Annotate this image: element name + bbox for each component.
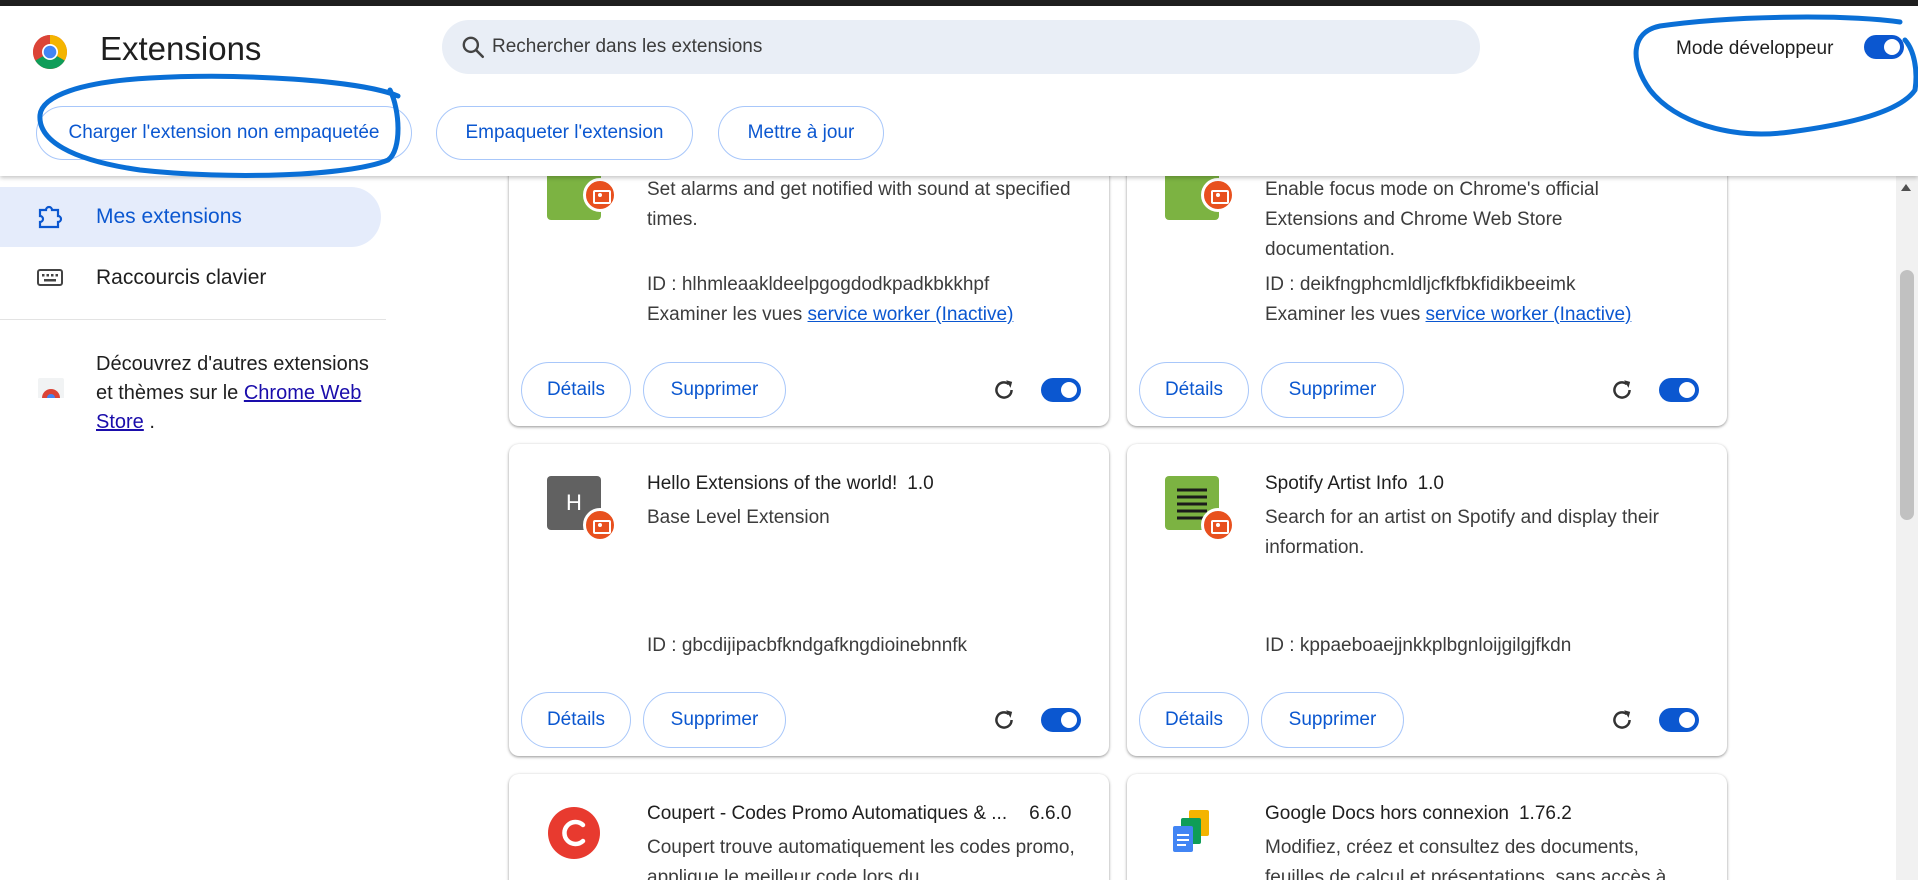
search-input[interactable] (492, 20, 1452, 74)
google-docs-icon (1173, 810, 1209, 852)
details-button[interactable]: Détails (1139, 692, 1249, 748)
keyboard-icon (37, 269, 63, 286)
extension-card: Spotify Artist Info 1.0 Search for an art… (1127, 444, 1727, 756)
reload-icon[interactable] (1609, 707, 1635, 733)
puzzle-icon (38, 205, 63, 229)
page-title: Extensions (100, 30, 262, 67)
service-worker-link[interactable]: service worker (Inactive) (1426, 304, 1632, 325)
enable-toggle[interactable] (1659, 708, 1699, 732)
enable-toggle[interactable] (1041, 708, 1081, 732)
remove-button[interactable]: Supprimer (1261, 362, 1404, 418)
extension-version: 1.76.2 (1518, 803, 1572, 824)
coupert-logo-icon (548, 807, 600, 859)
scroll-up-arrow-icon[interactable] (1901, 184, 1911, 191)
extension-version: 1.0 (907, 473, 934, 494)
sidebar-item-my-extensions[interactable]: Mes extensions (0, 187, 381, 247)
extension-id: ID : deikfngphcmldljcfkfbkfidikbeeimk (1265, 274, 1576, 295)
enable-toggle[interactable] (1041, 378, 1081, 402)
search-icon (462, 36, 485, 59)
extension-card: Coupert - Codes Promo Automatiques & ...… (509, 774, 1109, 880)
chrome-logo-icon (33, 35, 67, 69)
remove-button[interactable]: Supprimer (1261, 692, 1404, 748)
reload-icon[interactable] (991, 377, 1017, 403)
extension-description: Search for an artist on Spotify and disp… (1265, 507, 1659, 558)
extension-card: Google Docs hors connexion 1.76.2 Modifie… (1127, 774, 1727, 880)
details-button[interactable]: Détails (521, 692, 631, 748)
sidebar-item-label: Mes extensions (96, 205, 242, 228)
page-header: Extensions Mode développeur Charger l'ex… (0, 6, 1918, 176)
extension-name: Google Docs hors connexion 1.76.2 (1265, 803, 1572, 825)
inspect-views-label: Examiner les vues (647, 304, 803, 325)
details-button[interactable]: Détails (521, 362, 631, 418)
unpacked-badge-icon (583, 178, 617, 212)
extension-id: ID : kppaeboaejjnkkplbgnloijgilgjfkdn (1265, 635, 1572, 656)
extension-title: Google Docs hors connexion (1265, 803, 1509, 824)
update-button[interactable]: Mettre à jour (718, 106, 884, 160)
developer-mode-label: Mode développeur (1676, 38, 1834, 59)
details-button[interactable]: Détails (1139, 362, 1249, 418)
extension-name: Hello Extensions of the world! 1.0 (647, 473, 934, 495)
inspect-views-label: Examiner les vues (1265, 304, 1421, 325)
extension-version: 6.6.0 (1029, 803, 1072, 824)
extension-description: Modifiez, créez et consultez des documen… (1265, 837, 1667, 880)
search-bar[interactable] (442, 20, 1480, 74)
extension-description: Set alarms and get notified with sound a… (647, 179, 1071, 230)
extension-description: Coupert trouve automatiquement les codes… (647, 837, 1075, 880)
remove-button[interactable]: Supprimer (643, 362, 786, 418)
extension-icon-letter: H (566, 490, 582, 515)
extension-description: Base Level Extension (647, 507, 830, 528)
chrome-web-store-icon (38, 378, 64, 402)
service-worker-link[interactable]: service worker (Inactive) (808, 304, 1014, 325)
extension-id: ID : hlhmleaakldeelpgogdodkpadkbkkhpf (647, 274, 990, 295)
sidebar-divider (0, 319, 386, 320)
extension-description: Enable focus mode on Chrome's official E… (1265, 179, 1599, 260)
extension-name: Coupert - Codes Promo Automatiques & ...… (647, 803, 1071, 825)
pack-extension-button[interactable]: Empaqueter l'extension (436, 106, 693, 160)
extension-version: 1.0 (1417, 473, 1444, 494)
reload-icon[interactable] (1609, 377, 1635, 403)
remove-button[interactable]: Supprimer (643, 692, 786, 748)
enable-toggle[interactable] (1659, 378, 1699, 402)
load-unpacked-button[interactable]: Charger l'extension non empaquetée (36, 106, 412, 160)
extension-id: ID : gbcdijipacbfkndgafkngdioinebnnfk (647, 635, 968, 656)
page-scrollbar[interactable] (1896, 176, 1918, 880)
web-store-promo-suffix: . (149, 411, 155, 433)
inspect-views: Examiner les vues service worker (Inacti… (1265, 304, 1631, 326)
extension-card: H Hello Extensions of the world! 1.0 Base… (509, 444, 1109, 756)
developer-mode-toggle[interactable] (1864, 35, 1904, 59)
web-store-promo: Découvrez d'autres extensions et thèmes … (96, 350, 386, 437)
inspect-views: Examiner les vues service worker (Inacti… (647, 304, 1013, 326)
extension-title: Spotify Artist Info (1265, 473, 1408, 494)
sidebar-item-label: Raccourcis clavier (96, 266, 267, 289)
extension-title: Coupert - Codes Promo Automatiques & ... (647, 803, 1008, 824)
unpacked-badge-icon (583, 508, 617, 542)
extension-name: Spotify Artist Info 1.0 (1265, 473, 1444, 495)
unpacked-badge-icon (1201, 508, 1235, 542)
unpacked-badge-icon (1201, 178, 1235, 212)
reload-icon[interactable] (991, 707, 1017, 733)
sidebar-item-keyboard-shortcuts[interactable]: Raccourcis clavier (0, 248, 381, 308)
extension-title: Hello Extensions of the world! (647, 473, 898, 494)
scrollbar-thumb[interactable] (1900, 270, 1914, 520)
